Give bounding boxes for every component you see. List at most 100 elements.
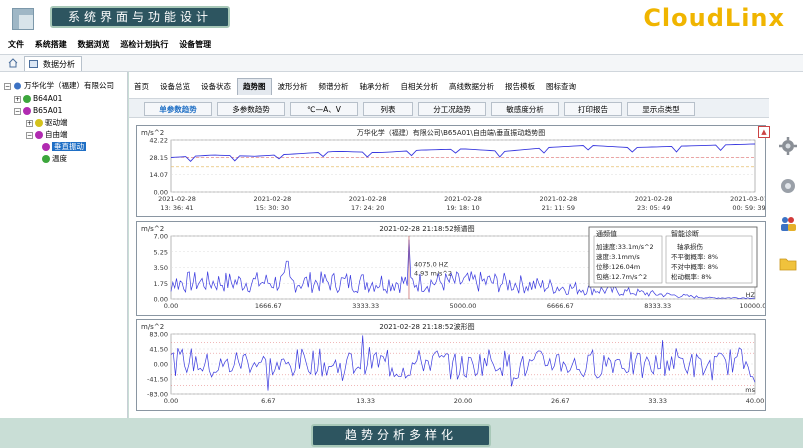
collapse-icon[interactable]: − [14,107,21,115]
info-unbalance: 不平衡概率: 8% [671,252,718,261]
menu-inspection[interactable]: 巡检计划执行 [120,36,168,54]
info-misalign: 不对中概率: 8% [671,262,718,271]
tab-home[interactable]: 首页 [129,79,154,95]
menu-data-browse[interactable]: 数据浏览 [78,36,110,54]
waveform-x-tick: 26.67 [551,397,570,405]
print-report-button[interactable]: 打印报告 [564,102,622,116]
tree-item-temperature[interactable]: 温度 [42,153,67,164]
trend-x-date: 2021-02-28 [539,195,577,203]
spectrum-x-tick: 6666.67 [547,302,574,310]
main-panel: 首页 设备总览 设备状态 趋势图 波形分析 频谱分析 轴承分析 自相关分析 高线数据分析 报告模板… [129,72,803,418]
waveform-chart-panel: m/s^2 2021-02-28 21:18:52波形图 83.00 41.50 0… [136,319,766,411]
folder-icon[interactable] [778,254,798,274]
tab-report[interactable]: 报告模板 [500,79,540,95]
single-param-trend-button[interactable]: 单参数趋势 [144,102,212,116]
point-type-button[interactable]: 显示点类型 [627,102,695,116]
tree-item-b65a01[interactable]: − B65A01 [14,105,62,116]
info-bearing: 轴承损伤 [677,242,704,251]
tree-item-drive-end[interactable]: + 驱动端 [26,117,68,128]
cursor-amplitude-label: 4.93 m/s^2 [414,270,452,278]
trend-chart-panel: m/s^2 万华化学（福建）有限公司\B65A01\自由端\垂直振动趋势图 42… [136,125,768,217]
tab-icon-query[interactable]: 图标查询 [541,79,581,95]
window-tab-data-analysis[interactable]: 数据分析 [24,56,82,71]
trend-x-date: 2021-02-28 [158,195,196,203]
info-displacement: 位移:126.04m [596,262,640,271]
right-toolbar [773,126,803,416]
trend-x-time: 21: 11: 59 [542,204,575,212]
tab-waveform[interactable]: 波形分析 [273,79,313,95]
tree-item-vertical-vibration[interactable]: 垂直振动 [42,141,86,152]
tree-item-b64a01[interactable]: + B64A01 [14,93,62,104]
window-tabbar: 数据分析 [0,54,803,72]
status-dot-icon [23,95,31,103]
spectrum-y-tick: 5.25 [154,248,168,256]
cursor-frequency-label: 4075.0 HZ [414,261,449,269]
users-icon[interactable] [778,214,798,234]
settings-wheel-icon[interactable] [778,176,798,196]
spectrum-title: 2021-02-28 21:18:52频谱图 [379,224,474,233]
tree-item-label: B64A01 [33,94,63,103]
spectrum-x-tick: 0.00 [164,302,178,310]
trend-chart[interactable]: m/s^2 万华化学（福建）有限公司\B65A01\自由端\垂直振动趋势图 42… [137,126,768,216]
tab-spectrum[interactable]: 频谱分析 [314,79,354,95]
status-dot-icon [35,131,43,139]
spectrum-chart[interactable]: m/s^2 2021-02-28 21:18:52频谱图 7.005.253.5… [137,222,771,315]
waveform-chart[interactable]: m/s^2 2021-02-28 21:18:52波形图 83.0041.500… [137,320,765,410]
trend-x-date: 2021-02-28 [635,195,673,203]
waveform-x-tick: 6.67 [261,397,275,405]
trend-toolbar: 单参数趋势 多参数趋势 ℃—A、V 列表 分工况趋势 敏感度分析 打印报告 显示… [129,98,769,118]
device-tree: − 万华化学（福建）有限公司 + B64A01 − B65A01 + 驱动端 − 自由端 … [0,72,128,418]
status-dot-icon [42,155,50,163]
gear-icon[interactable] [778,136,798,156]
tab-trend[interactable]: 趋势图 [237,78,272,95]
tab-status[interactable]: 设备状态 [196,79,236,95]
expand-icon[interactable]: + [26,119,33,127]
sensitivity-button[interactable]: 敏感度分析 [491,102,559,116]
waveform-x-unit: ms [745,386,755,394]
tree-item-label: 自由端 [45,130,68,139]
info-right-title: 智能诊断 [671,229,699,238]
menu-device-manage[interactable]: 设备管理 [179,36,211,54]
expand-icon[interactable]: + [14,95,21,103]
collapse-panel-button[interactable]: ▲ [758,126,770,138]
tab-overview[interactable]: 设备总览 [155,79,195,95]
top-header: 系统界面与功能设计 CloudLinx [0,0,803,36]
trend-x-time: 15: 30: 30 [256,204,289,212]
spectrum-x-tick: 1666.67 [255,302,282,310]
collapse-icon[interactable]: − [26,131,33,139]
temp-av-button[interactable]: ℃—A、V [290,102,358,116]
tab-autocorr[interactable]: 自相关分析 [396,79,444,95]
tree-item-label: 温度 [52,154,67,163]
waveform-title: 2021-02-28 21:18:52波形图 [379,322,474,331]
tab-offline[interactable]: 高线数据分析 [444,79,499,95]
condition-trend-button[interactable]: 分工况趋势 [418,102,486,116]
brand-logo: CloudLinx [643,4,785,32]
info-velocity: 速度:3.1mm/s [596,252,640,261]
app-logo-icon [12,8,34,30]
tree-root[interactable]: − 万华化学（福建）有限公司 [4,80,114,91]
chart-window-icon [29,60,38,68]
waveform-y-tick: -41.50 [147,376,168,384]
waveform-y-tick: 41.50 [149,346,168,354]
trend-x-time: 23: 05: 49 [637,204,670,212]
trend-x-date: 2021-02-28 [349,195,387,203]
multi-param-trend-button[interactable]: 多参数趋势 [217,102,285,116]
waveform-y-tick: 83.00 [149,331,168,339]
trend-title: 万华化学（福建）有限公司\B65A01\自由端\垂直振动趋势图 [357,128,545,137]
home-icon[interactable] [8,58,18,68]
waveform-x-tick: 33.33 [648,397,667,405]
collapse-icon[interactable]: − [4,82,11,90]
trend-x-time: 00: 59: 39 [732,204,765,212]
tree-item-free-end[interactable]: − 自由端 [26,129,68,140]
spectrum-y-tick: 3.50 [154,264,168,272]
spectrum-y-tick: 7.00 [154,233,168,241]
waveform-x-tick: 13.33 [356,397,375,405]
menu-file[interactable]: 文件 [8,36,24,54]
analysis-tabs: 首页 设备总览 设备状态 趋势图 波形分析 频谱分析 轴承分析 自相关分析 高线数据分析 报告模板… [129,78,769,95]
menu-system-build[interactable]: 系统搭建 [35,36,67,54]
tab-bearing[interactable]: 轴承分析 [355,79,395,95]
waveform-x-tick: 40.00 [746,397,765,405]
list-button[interactable]: 列表 [363,102,413,116]
status-dot-icon [35,119,43,127]
spectrum-x-tick: 5000.00 [450,302,477,310]
